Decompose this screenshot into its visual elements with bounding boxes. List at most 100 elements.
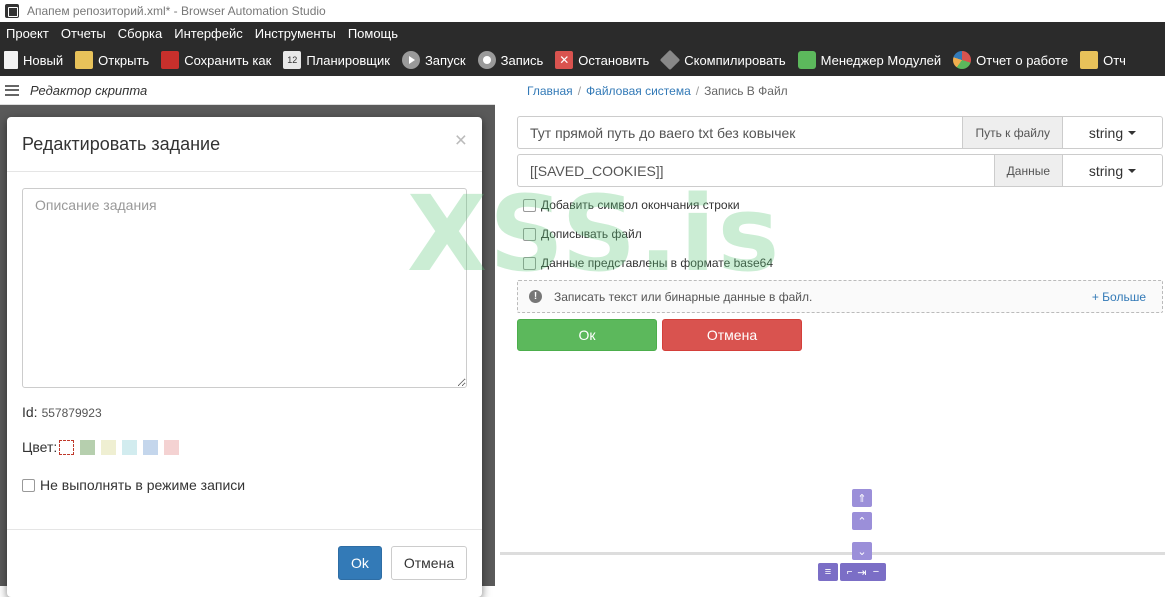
no-record-option[interactable]: Не выполнять в режиме записи	[22, 477, 245, 493]
scroll-down-icon[interactable]: ⌄	[852, 542, 872, 560]
menu-build[interactable]: Сборка	[112, 26, 169, 41]
no-record-label: Не выполнять в режиме записи	[40, 477, 246, 493]
report-button-label: Отчет о работе	[976, 52, 1069, 68]
scroll-up-icon[interactable]: ⌃	[852, 512, 872, 530]
file-path-type-value: string	[1088, 124, 1124, 141]
data-label: Данные	[993, 155, 1062, 186]
data-type-dropdown[interactable]: string	[1062, 155, 1162, 186]
record-button-label: Запись	[500, 52, 544, 68]
file-path-input[interactable]	[518, 117, 963, 148]
append-label: Дописывать файл	[541, 227, 642, 241]
hamburger-menu-icon[interactable]	[5, 84, 19, 96]
more-link[interactable]: + Больше	[1092, 290, 1146, 304]
box-icon	[660, 49, 681, 71]
option-append[interactable]: Дописывать файл	[523, 227, 642, 241]
run-button[interactable]: Запуск	[398, 44, 474, 76]
edit-task-dialog: Редактировать задание × Id:557879923 Цве…	[7, 117, 482, 597]
script-editor-header: Редактор скрипта	[0, 76, 495, 105]
play-icon	[401, 51, 420, 69]
puzzle-icon	[797, 51, 816, 69]
task-description-input[interactable]	[22, 188, 467, 388]
data-field: Данные string	[517, 154, 1163, 187]
dialog-cancel-button[interactable]: Отмена	[391, 546, 467, 580]
new-file-icon	[4, 51, 18, 69]
color-swatch-none[interactable]	[59, 439, 75, 455]
scheduler-button[interactable]: 12 Планировщик	[279, 44, 398, 76]
color-swatch-cyan[interactable]	[122, 439, 138, 455]
folder-icon	[75, 51, 94, 69]
pie-chart-icon	[953, 51, 972, 69]
save-as-button-label: Сохранить как	[184, 52, 272, 68]
stop-icon: ✕	[555, 51, 574, 69]
script-editor-title: Редактор скрипта	[30, 82, 148, 98]
newline-checkbox[interactable]	[523, 198, 536, 212]
record-button[interactable]: Запись	[474, 44, 552, 76]
breadcrumb-current: Запись В Файл	[704, 84, 788, 98]
calendar-icon: 12	[283, 51, 302, 69]
list-icon[interactable]: ≡	[818, 563, 838, 581]
action-editor-panel: Главная/Файловая система/Запись В Файл П…	[500, 76, 1165, 586]
base64-label: Данные представлены в формате base64	[541, 256, 773, 270]
data-input[interactable]	[518, 155, 994, 186]
collapse-icon[interactable]: −	[866, 563, 886, 581]
action-ok-button[interactable]: Ок	[517, 319, 657, 351]
record-icon	[477, 51, 496, 69]
option-newline[interactable]: Добавить символ окончания строки	[523, 198, 740, 212]
other-button[interactable]: Отч	[1076, 44, 1134, 76]
toolbar: Новый Открыть Сохранить как 12 Планировщ…	[0, 44, 1165, 76]
breadcrumb-home[interactable]: Главная	[527, 84, 573, 98]
title-bar: Апапем репозиторий.xml* - Browser Automa…	[0, 0, 1165, 22]
task-id-value: 557879923	[41, 406, 102, 420]
no-record-checkbox[interactable]	[22, 478, 35, 492]
scroll-top-icon[interactable]: ⇑	[852, 489, 872, 507]
modules-button[interactable]: Менеджер Модулей	[794, 44, 949, 76]
option-base64[interactable]: Данные представлены в формате base64	[523, 256, 773, 270]
color-swatch-red[interactable]	[164, 439, 180, 455]
menu-tools[interactable]: Инструменты	[249, 26, 342, 41]
color-swatch-yellow[interactable]	[101, 439, 117, 455]
new-button[interactable]: Новый	[0, 44, 71, 76]
data-type-value: string	[1088, 162, 1124, 179]
task-id-row: Id: 557879923	[22, 404, 102, 420]
open-button-label: Открыть	[98, 52, 150, 68]
chevron-down-icon	[1128, 130, 1137, 135]
newline-label: Добавить символ окончания строки	[541, 198, 740, 212]
breadcrumb: Главная / Файловая система / Запись В Файл	[527, 84, 788, 98]
run-button-label: Запуск	[424, 52, 466, 68]
window-title: Апапем репозиторий.xml* - Browser Automa…	[27, 4, 326, 18]
color-swatch-green[interactable]	[80, 439, 96, 455]
action-info-text: Записать текст или бинарные данные в фай…	[554, 289, 813, 304]
dialog-title: Редактировать задание	[22, 134, 221, 154]
menu-help[interactable]: Помощь	[342, 26, 404, 41]
compile-button-label: Скомпилировать	[684, 52, 786, 68]
dialog-footer: Ok Отмена	[7, 529, 482, 597]
menu-project[interactable]: Проект	[0, 26, 55, 41]
color-swatch-blue[interactable]	[143, 439, 159, 455]
scheduler-button-label: Планировщик	[306, 52, 390, 68]
open-button[interactable]: Открыть	[71, 44, 157, 76]
save-as-button[interactable]: Сохранить как	[157, 44, 279, 76]
action-info-box: ! Записать текст или бинарные данные в ф…	[517, 280, 1163, 313]
append-checkbox[interactable]	[523, 227, 536, 241]
file-path-label: Путь к файлу	[962, 117, 1062, 148]
dialog-ok-button[interactable]: Ok	[338, 546, 382, 580]
compile-button[interactable]: Скомпилировать	[657, 44, 793, 76]
stop-button-label: Остановить	[578, 52, 650, 68]
task-id-label: Id:	[22, 404, 38, 420]
base64-checkbox[interactable]	[523, 256, 536, 270]
file-path-type-dropdown[interactable]: string	[1062, 117, 1162, 148]
dialog-header: Редактировать задание ×	[7, 117, 482, 172]
modules-button-label: Менеджер Модулей	[820, 52, 942, 68]
menu-interface[interactable]: Интерфейс	[168, 26, 248, 41]
panel-divider	[500, 552, 1165, 555]
report-button[interactable]: Отчет о работе	[949, 44, 1076, 76]
document-icon	[1080, 51, 1099, 69]
breadcrumb-filesystem[interactable]: Файловая система	[586, 84, 691, 98]
close-icon[interactable]: ×	[455, 129, 467, 153]
stop-button[interactable]: ✕ Остановить	[551, 44, 657, 76]
menu-reports[interactable]: Отчеты	[55, 26, 112, 41]
other-button-label: Отч	[1103, 52, 1126, 68]
save-icon	[161, 51, 180, 69]
menu-bar: Проект Отчеты Сборка Интерфейс Инструмен…	[0, 22, 1165, 44]
action-cancel-button[interactable]: Отмена	[662, 319, 802, 351]
